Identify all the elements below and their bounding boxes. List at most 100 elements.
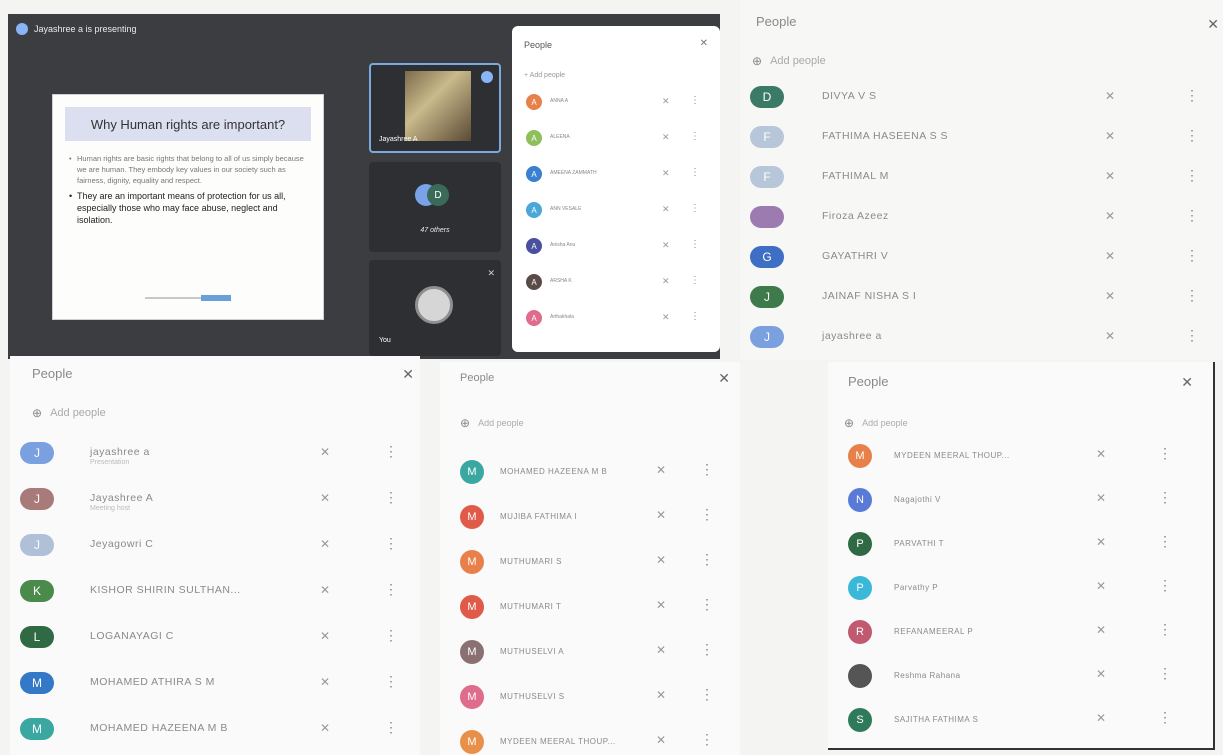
participant-row[interactable]: K KISHOR SHIRIN SULTHAN... ✕ ⋮ — [20, 580, 414, 604]
more-options-icon[interactable]: ⋮ — [700, 506, 714, 523]
more-options-icon[interactable]: ⋮ — [1158, 489, 1172, 506]
more-options-icon[interactable]: ⋮ — [700, 596, 714, 613]
more-options-icon[interactable]: ⋮ — [1158, 445, 1172, 462]
add-people-button[interactable]: ⊕ Add people — [844, 416, 908, 430]
mic-off-icon[interactable]: ✕ — [662, 312, 670, 323]
mic-off-icon[interactable]: ✕ — [320, 629, 330, 643]
participant-row[interactable]: S SAJITHA FATHIMA S ✕ ⋮ — [848, 708, 1198, 732]
more-options-icon[interactable]: ⋮ — [384, 673, 398, 690]
close-icon[interactable]: ✕ — [1207, 16, 1219, 33]
mic-off-icon[interactable]: ✕ — [320, 491, 330, 505]
participant-row[interactable]: D DIVYA V S ✕ ⋮ — [750, 86, 1215, 110]
participant-row[interactable]: Jjayashree a ✕ ⋮ — [750, 326, 1215, 350]
more-options-icon[interactable]: ⋮ — [700, 731, 714, 748]
mic-off-icon[interactable]: ✕ — [656, 508, 666, 522]
mic-off-icon[interactable]: ✕ — [320, 675, 330, 689]
mic-off-icon[interactable]: ✕ — [662, 240, 670, 251]
more-options-icon[interactable]: ⋮ — [1185, 247, 1199, 264]
more-options-icon[interactable]: ⋮ — [700, 686, 714, 703]
more-options-icon[interactable]: ⋮ — [700, 461, 714, 478]
participant-row[interactable]: F FATHIMA HASEENA S S ✕ ⋮ — [750, 126, 1215, 150]
more-options-icon[interactable]: ⋮ — [690, 239, 700, 250]
mic-off-icon[interactable]: ✕ — [1096, 579, 1106, 593]
more-options-icon[interactable]: ⋮ — [1158, 621, 1172, 638]
mic-off-icon[interactable]: ✕ — [1096, 711, 1106, 725]
more-options-icon[interactable]: ⋮ — [1185, 207, 1199, 224]
mic-off-icon[interactable]: ✕ — [662, 204, 670, 215]
add-people-button[interactable]: ⊕ Add people — [752, 54, 826, 68]
mic-off-icon[interactable]: ✕ — [320, 583, 330, 597]
others-tile[interactable]: D 47 others — [369, 162, 501, 252]
more-options-icon[interactable]: ⋮ — [384, 443, 398, 460]
more-options-icon[interactable]: ⋮ — [690, 95, 700, 106]
participant-row[interactable]: J Jayashree A Meeting host ✕ ⋮ — [20, 488, 414, 512]
mic-off-icon[interactable]: ✕ — [1096, 447, 1106, 461]
mic-off-icon[interactable]: ✕ — [1096, 535, 1106, 549]
participant-row[interactable]: J JAINAF NISHA S I ✕ ⋮ — [750, 286, 1215, 310]
mic-off-icon[interactable]: ✕ — [656, 553, 666, 567]
participant-row[interactable]: A ANN VESALE ✕ ⋮ — [522, 200, 712, 222]
participant-row[interactable]: M MOHAMED HAZEENA M B ✕ ⋮ — [460, 460, 740, 484]
mic-off-icon[interactable]: ✕ — [1096, 623, 1106, 637]
participant-row[interactable]: M MUJIBA FATHIMA I ✕ ⋮ — [460, 505, 740, 529]
participant-row[interactable]: A Arthakhala ✕ ⋮ — [522, 308, 712, 330]
more-options-icon[interactable]: ⋮ — [1158, 577, 1172, 594]
mic-off-icon[interactable]: ✕ — [1105, 249, 1115, 263]
close-icon[interactable]: ✕ — [718, 370, 730, 387]
participant-row[interactable]: Jjayashree a Presentation ✕ ⋮ — [20, 442, 414, 466]
close-icon[interactable]: ✕ — [1181, 374, 1193, 391]
mic-off-icon[interactable]: ✕ — [656, 598, 666, 612]
more-options-icon[interactable]: ⋮ — [1185, 167, 1199, 184]
participant-row[interactable]: N Nagajothi V ✕ ⋮ — [848, 488, 1198, 512]
participant-row[interactable]: M MYDEEN MEERAL THOUP... ✕ ⋮ — [848, 444, 1198, 468]
mic-off-icon[interactable]: ✕ — [1096, 491, 1106, 505]
mic-off-icon[interactable]: ✕ — [320, 721, 330, 735]
more-options-icon[interactable]: ⋮ — [384, 719, 398, 736]
mic-off-icon[interactable]: ✕ — [320, 445, 330, 459]
participant-row[interactable]: P PARVATHI T ✕ ⋮ — [848, 532, 1198, 556]
more-options-icon[interactable]: ⋮ — [690, 131, 700, 142]
participant-row[interactable]: A ANNA A ✕ ⋮ — [522, 92, 712, 114]
close-icon[interactable]: ✕ — [700, 38, 708, 49]
more-options-icon[interactable]: ⋮ — [700, 641, 714, 658]
participant-row[interactable]: A ALEENA ✕ ⋮ — [522, 128, 712, 150]
more-options-icon[interactable]: ⋮ — [384, 489, 398, 506]
participant-row[interactable]: F FATHIMAL M ✕ ⋮ — [750, 166, 1215, 190]
more-options-icon[interactable]: ⋮ — [1158, 665, 1172, 682]
mic-off-icon[interactable]: ✕ — [656, 463, 666, 477]
mic-off-icon[interactable]: ✕ — [662, 276, 670, 287]
more-options-icon[interactable]: ⋮ — [384, 535, 398, 552]
participant-row[interactable]: M MOHAMED HAZEENA M B ✕ ⋮ — [20, 718, 414, 742]
mic-off-icon[interactable]: ✕ — [656, 688, 666, 702]
mic-off-icon[interactable]: ✕ — [1105, 289, 1115, 303]
more-options-icon[interactable]: ⋮ — [690, 167, 700, 178]
speaker-tile[interactable]: Jayashree A — [369, 63, 501, 153]
more-options-icon[interactable]: ⋮ — [690, 311, 700, 322]
participant-row[interactable]: L LOGANAYAGI C ✕ ⋮ — [20, 626, 414, 650]
more-options-icon[interactable]: ⋮ — [1158, 533, 1172, 550]
more-options-icon[interactable]: ⋮ — [690, 203, 700, 214]
participant-row[interactable]: M MOHAMED ATHIRA S M ✕ ⋮ — [20, 672, 414, 696]
mic-off-icon[interactable]: ✕ — [656, 733, 666, 747]
more-options-icon[interactable]: ⋮ — [690, 275, 700, 286]
participant-row[interactable]: M MUTHUSELVI S ✕ ⋮ — [460, 685, 740, 709]
participant-row[interactable]: P Parvathy P ✕ ⋮ — [848, 576, 1198, 600]
mic-off-icon[interactable]: ✕ — [320, 537, 330, 551]
participant-row[interactable]: M MYDEEN MEERAL THOUP... ✕ ⋮ — [460, 730, 740, 754]
participant-row[interactable]: G GAYATHRI V ✕ ⋮ — [750, 246, 1215, 270]
add-people-button[interactable]: ⊕ Add people — [460, 416, 524, 430]
participant-row[interactable]: M MUTHUSELVI A ✕ ⋮ — [460, 640, 740, 664]
mic-off-icon[interactable]: ✕ — [1105, 169, 1115, 183]
participant-row[interactable]: A Anisha Anu ✕ ⋮ — [522, 236, 712, 258]
participant-row[interactable]: J Jeyagowri C ✕ ⋮ — [20, 534, 414, 558]
close-icon[interactable]: ✕ — [402, 366, 414, 383]
participant-row[interactable]: M MUTHUMARI T ✕ ⋮ — [460, 595, 740, 619]
more-options-icon[interactable]: ⋮ — [384, 581, 398, 598]
mic-off-icon[interactable]: ✕ — [1096, 667, 1106, 681]
more-options-icon[interactable]: ⋮ — [1185, 327, 1199, 344]
add-people-button[interactable]: ⊕ Add people — [32, 406, 106, 420]
participant-row[interactable]: R REFANAMEERAL P ✕ ⋮ — [848, 620, 1198, 644]
self-tile[interactable]: ✕ You — [369, 260, 501, 356]
mic-off-icon[interactable]: ✕ — [1105, 89, 1115, 103]
more-options-icon[interactable]: ⋮ — [1158, 709, 1172, 726]
